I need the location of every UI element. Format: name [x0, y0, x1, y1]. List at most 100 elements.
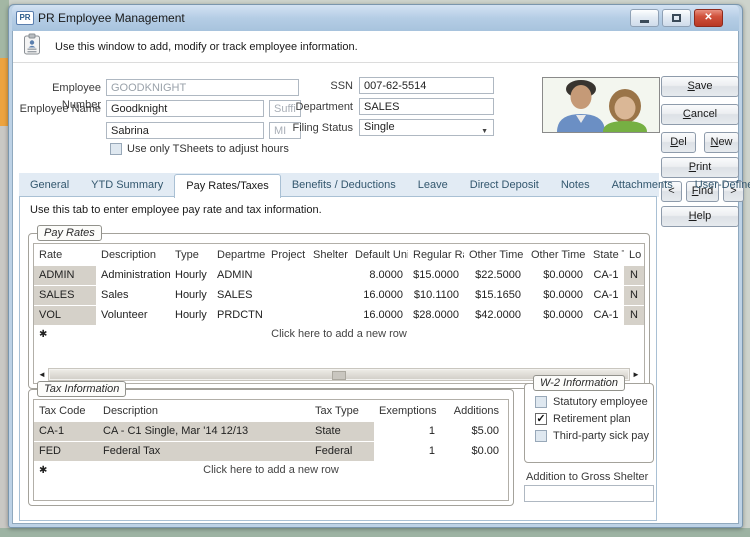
column-header[interactable]: State Tax	[588, 244, 624, 265]
cell[interactable]: $15.0000	[408, 266, 464, 285]
column-header[interactable]: Default Units	[350, 244, 408, 265]
new-button[interactable]: New	[704, 132, 739, 153]
maximize-icon	[672, 14, 681, 22]
close-button[interactable]: ✕	[694, 9, 723, 27]
cell[interactable]: Sales	[96, 286, 170, 305]
cell[interactable]: N	[624, 266, 644, 285]
tab-notes[interactable]: Notes	[550, 174, 601, 197]
cell[interactable]: Administration	[96, 266, 170, 285]
cell[interactable]: SALES	[212, 286, 266, 305]
scroll-left-icon[interactable]: ◄	[36, 368, 48, 381]
cell[interactable]: PRDCTN	[212, 306, 266, 325]
column-header[interactable]: Tax Type	[310, 400, 374, 421]
cell[interactable]: $5.00	[440, 422, 504, 441]
cell[interactable]	[266, 266, 308, 285]
cell[interactable]: CA-1	[588, 266, 624, 285]
filing-status-select[interactable]: Single ▼	[359, 119, 494, 136]
cell[interactable]: CA-1	[588, 306, 624, 325]
cell[interactable]: $0.0000	[526, 286, 588, 305]
pay-rates-groupbox: Pay Rates RateDescriptionTypeDepartmentP…	[28, 225, 650, 389]
column-header[interactable]: Shelter	[308, 244, 350, 265]
cell[interactable]: $0.0000	[526, 306, 588, 325]
column-header[interactable]: Description	[96, 244, 170, 265]
cell[interactable]	[266, 286, 308, 305]
cell[interactable]: 1	[374, 422, 440, 441]
cell[interactable]: FED	[34, 442, 98, 461]
cell[interactable]: $15.1650	[464, 286, 526, 305]
cell[interactable]: CA-1	[34, 422, 98, 441]
cell[interactable]: SALES	[34, 286, 96, 305]
column-header[interactable]: Lo	[624, 244, 644, 265]
gross-shelter-input[interactable]	[524, 485, 654, 502]
cell[interactable]: Hourly	[170, 286, 212, 305]
cell[interactable]: State	[310, 422, 374, 441]
column-header[interactable]: Other Time 2	[526, 244, 588, 265]
cancel-button[interactable]: Cancel	[661, 104, 739, 125]
tab-general[interactable]: General	[19, 174, 80, 197]
cell[interactable]: 16.0000	[350, 286, 408, 305]
column-header[interactable]: Other Time 1	[464, 244, 526, 265]
maximize-button[interactable]	[662, 9, 691, 27]
ssn-input[interactable]	[359, 77, 494, 94]
column-header[interactable]: Type	[170, 244, 212, 265]
cell[interactable]: Federal	[310, 442, 374, 461]
add-new-row[interactable]: ✱ Click here to add a new row	[34, 461, 508, 479]
window-titlebar[interactable]: PR PR Employee Management ✕	[12, 5, 739, 31]
tab-direct-deposit[interactable]: Direct Deposit	[459, 174, 550, 197]
tab-benefits-deductions[interactable]: Benefits / Deductions	[281, 174, 407, 197]
cell[interactable]: N	[624, 306, 644, 325]
column-header[interactable]: Rate	[34, 244, 96, 265]
first-name-input[interactable]	[106, 122, 264, 139]
column-header[interactable]: Description	[98, 400, 310, 421]
grid-header-row: RateDescriptionTypeDepartmentProjectShel…	[34, 244, 644, 265]
tab-user-defined[interactable]: User-Defined	[684, 174, 750, 197]
cell[interactable]	[308, 286, 350, 305]
cell[interactable]: $22.5000	[464, 266, 526, 285]
statutory-employee-checkbox[interactable]	[535, 396, 547, 408]
tsheets-checkbox[interactable]	[110, 143, 122, 155]
scroll-right-icon[interactable]: ►	[630, 368, 642, 381]
cell[interactable]: Hourly	[170, 306, 212, 325]
column-header[interactable]: Department	[212, 244, 266, 265]
cell[interactable]: Volunteer	[96, 306, 170, 325]
cell[interactable]: $10.1100	[408, 286, 464, 305]
cell[interactable]: Federal Tax	[98, 442, 310, 461]
save-button[interactable]: Save	[661, 76, 739, 97]
cell[interactable]: ADMIN	[34, 266, 96, 285]
cell[interactable]: 8.0000	[350, 266, 408, 285]
cell[interactable]: 1	[374, 442, 440, 461]
retirement-plan-checkbox[interactable]: ✓	[535, 413, 547, 425]
tab-attachments[interactable]: Attachments	[601, 174, 684, 197]
cell[interactable]: CA - C1 Single, Mar '14 12/13	[98, 422, 310, 441]
info-text: Use this window to add, modify or track …	[55, 40, 358, 53]
third-party-sick-pay-checkbox[interactable]	[535, 430, 547, 442]
last-name-input[interactable]	[106, 100, 264, 117]
cell[interactable]: $28.0000	[408, 306, 464, 325]
tab-ytd-summary[interactable]: YTD Summary	[80, 174, 174, 197]
cell[interactable]: $0.00	[440, 442, 504, 461]
cell[interactable]: VOL	[34, 306, 96, 325]
cell[interactable]	[308, 266, 350, 285]
column-header[interactable]: Exemptions	[374, 400, 440, 421]
column-header[interactable]: Regular Rate	[408, 244, 464, 265]
cell[interactable]: CA-1	[588, 286, 624, 305]
add-new-row[interactable]: ✱ Click here to add a new row	[34, 325, 644, 343]
cell[interactable]: Hourly	[170, 266, 212, 285]
cell[interactable]: N	[624, 286, 644, 305]
cell[interactable]: $0.0000	[526, 266, 588, 285]
minimize-button[interactable]	[630, 9, 659, 27]
scrollbar-grip[interactable]	[332, 371, 346, 380]
tab-pay-rates-taxes[interactable]: Pay Rates/Taxes	[174, 174, 281, 198]
delete-button[interactable]: Del	[661, 132, 696, 153]
tab-leave[interactable]: Leave	[407, 174, 459, 197]
cell[interactable]	[308, 306, 350, 325]
column-header[interactable]: Tax Code	[34, 400, 98, 421]
column-header[interactable]: Project	[266, 244, 308, 265]
column-header[interactable]: Additions	[440, 400, 504, 421]
department-input[interactable]	[359, 98, 494, 115]
cell[interactable]: ADMIN	[212, 266, 266, 285]
cell[interactable]: $42.0000	[464, 306, 526, 325]
cell[interactable]	[266, 306, 308, 325]
cell[interactable]: 16.0000	[350, 306, 408, 325]
help-button[interactable]: Help	[661, 206, 739, 227]
